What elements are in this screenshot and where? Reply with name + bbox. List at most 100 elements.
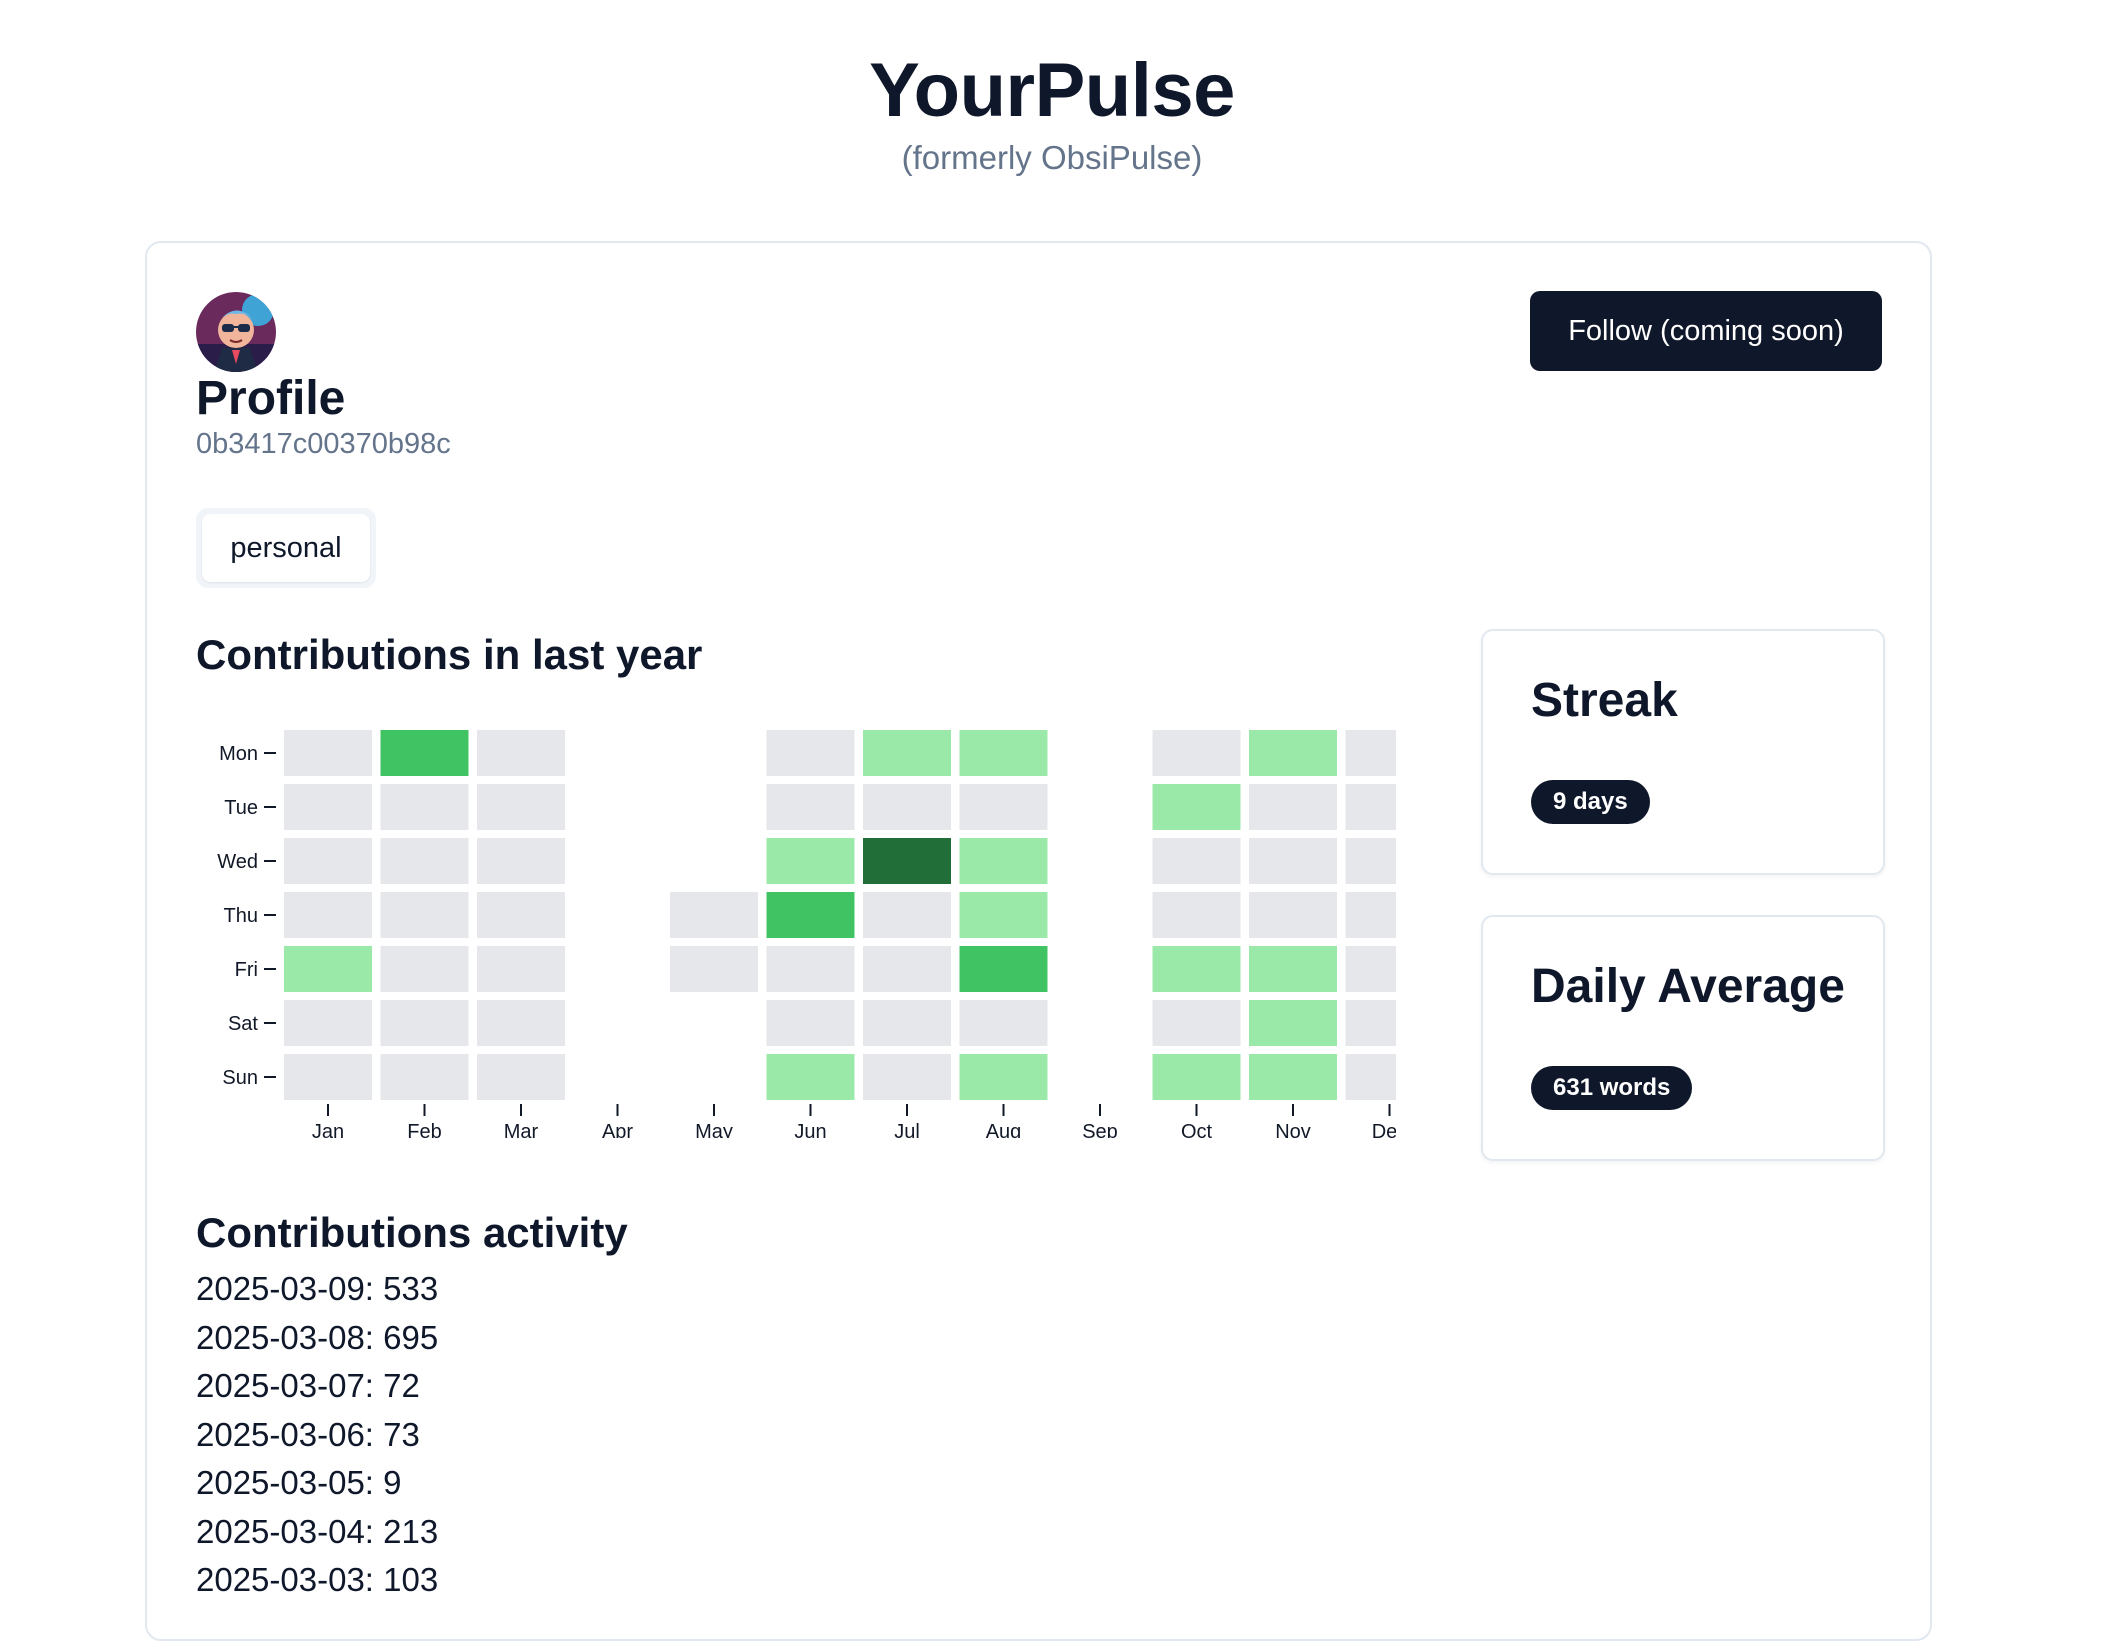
heatmap-cell[interactable] — [477, 946, 565, 992]
heatmap-cell[interactable] — [1152, 838, 1241, 884]
heatmap-cell[interactable] — [959, 1054, 1048, 1100]
activity-title: Contributions activity — [196, 1209, 628, 1256]
heatmap-month-label: Mar — [504, 1121, 539, 1138]
daily-average-badge: 631 words — [1531, 1066, 1693, 1110]
heatmap-cell[interactable] — [1249, 892, 1337, 938]
heatmap-cell[interactable] — [863, 892, 951, 938]
heatmap-cell[interactable] — [477, 1054, 565, 1100]
heatmap-cell[interactable] — [1249, 1000, 1337, 1046]
heatmap-cell[interactable] — [766, 1054, 855, 1100]
heatmap-cell[interactable] — [1345, 1000, 1434, 1046]
heatmap-day-label: Sun — [222, 1067, 258, 1089]
activity-item: 2025-03-08: 695 — [196, 1318, 439, 1356]
activity-item: 2025-03-09: 533 — [196, 1270, 439, 1307]
activity-item: 2025-03-03: 103 — [196, 1561, 439, 1598]
heatmap-cell[interactable] — [959, 946, 1048, 992]
heatmap-cell[interactable] — [863, 784, 951, 830]
heatmap-cell[interactable] — [959, 1000, 1048, 1046]
heatmap-cell[interactable] — [477, 838, 565, 884]
heatmap-cell[interactable] — [1249, 730, 1337, 776]
heatmap-month-label: Oct — [1181, 1121, 1213, 1138]
heatmap-cell[interactable] — [863, 1054, 951, 1100]
heatmap-cell[interactable] — [380, 946, 469, 992]
follow-button[interactable]: Follow (coming soon) — [1530, 291, 1882, 371]
heatmap-cell[interactable] — [1345, 946, 1434, 992]
heatmap-cell[interactable] — [1152, 784, 1241, 830]
heatmap-cell[interactable] — [380, 784, 469, 830]
heatmap-cell[interactable] — [477, 1000, 565, 1046]
heatmap-cell[interactable] — [1345, 730, 1434, 776]
heatmap-cell[interactable] — [1152, 1054, 1241, 1100]
streak-card: Streak 9 days — [1481, 629, 1885, 875]
heatmap-cell[interactable] — [284, 892, 372, 938]
heatmap-cell[interactable] — [766, 946, 855, 992]
heatmap-cell[interactable] — [863, 946, 951, 992]
heatmap-cell[interactable] — [863, 838, 951, 884]
heatmap-day-label: Thu — [224, 905, 258, 927]
heatmap-cell[interactable] — [380, 838, 469, 884]
heatmap-month-label: Jun — [794, 1121, 826, 1138]
heatmap-cell[interactable] — [1249, 784, 1337, 830]
heatmap-cell[interactable] — [1152, 1000, 1241, 1046]
heatmap-cell[interactable] — [284, 730, 372, 776]
avatar — [196, 292, 276, 372]
heatmap-month-label: May — [695, 1121, 733, 1138]
tag-group: personal — [196, 508, 376, 588]
activity-item: 2025-03-05: 9 — [196, 1464, 402, 1501]
heatmap-cell[interactable] — [670, 892, 758, 938]
heatmap-cell[interactable] — [1152, 892, 1241, 938]
heatmap-cell[interactable] — [380, 1000, 469, 1046]
heatmap-svg: Mon Tue Wed Thu Fri Sat Sun Jan Feb Mar Apr May Jun J… — [217, 730, 1434, 1143]
heatmap-cell[interactable] — [1249, 1054, 1337, 1100]
profile-id: 0b3417c00370b98c — [196, 428, 451, 460]
activity-item: 2025-03-07: 72 — [196, 1367, 420, 1404]
activity-item: 2025-03-04: 213 — [196, 1512, 439, 1550]
heatmap-cell[interactable] — [766, 730, 855, 776]
site-header: YourPulse (formerly ObsiPulse) — [0, 0, 2104, 178]
heatmap-day-label: Wed — [217, 851, 258, 873]
heatmap-month-label: Apr — [602, 1121, 633, 1138]
heatmap-cell[interactable] — [380, 892, 469, 938]
heatmap-cell[interactable] — [1345, 1054, 1434, 1100]
heatmap-cell[interactable] — [863, 730, 951, 776]
heatmap-cell[interactable] — [959, 838, 1048, 884]
heatmap-cell[interactable] — [284, 1000, 372, 1046]
heatmap-cell[interactable] — [284, 946, 372, 992]
heatmap-title: Contributions in last year — [196, 631, 703, 678]
heatmap-cell[interactable] — [380, 730, 469, 776]
heatmap-cell[interactable] — [766, 1000, 855, 1046]
heatmap-cell[interactable] — [670, 946, 758, 992]
heatmap-cell[interactable] — [1345, 838, 1434, 884]
heatmap-cell[interactable] — [477, 892, 565, 938]
heatmap-day-label: Mon — [219, 743, 258, 765]
heatmap-cell[interactable] — [766, 838, 855, 884]
avatar-image — [196, 292, 276, 372]
streak-title: Streak — [1531, 674, 1678, 727]
heatmap-cell[interactable] — [1152, 946, 1241, 992]
heatmap-month-label: Aug — [986, 1121, 1022, 1138]
heatmap-cell[interactable] — [477, 730, 565, 776]
heatmap-cell[interactable] — [1249, 838, 1337, 884]
heatmap-day-label: Tue — [224, 797, 258, 819]
heatmap-cell[interactable] — [863, 1000, 951, 1046]
heatmap-cell[interactable] — [766, 892, 855, 938]
activity-item: 2025-03-06: 73 — [196, 1415, 420, 1453]
tag-personal[interactable]: personal — [202, 514, 370, 582]
heatmap-month-label: Nov — [1275, 1121, 1311, 1138]
heatmap-cell[interactable] — [284, 784, 372, 830]
heatmap-cell[interactable] — [1345, 784, 1434, 830]
heatmap-cell[interactable] — [1152, 730, 1241, 776]
heatmap-cell[interactable] — [959, 892, 1048, 938]
daily-average-title: Daily Average — [1531, 960, 1845, 1013]
heatmap-cell[interactable] — [1345, 892, 1434, 938]
heatmap-cell[interactable] — [477, 784, 565, 830]
heatmap-cell[interactable] — [766, 784, 855, 830]
heatmap-cell[interactable] — [380, 1054, 469, 1100]
heatmap-cell[interactable] — [959, 730, 1048, 776]
heatmap-cell[interactable] — [284, 1054, 372, 1100]
heatmap-cell[interactable] — [1249, 946, 1337, 992]
profile-card: Profile 0b3417c00370b98c Follow (coming … — [145, 241, 1932, 1641]
heatmap-cell[interactable] — [284, 838, 372, 884]
profile-name: Profile — [196, 372, 346, 425]
heatmap-cell[interactable] — [959, 784, 1048, 830]
